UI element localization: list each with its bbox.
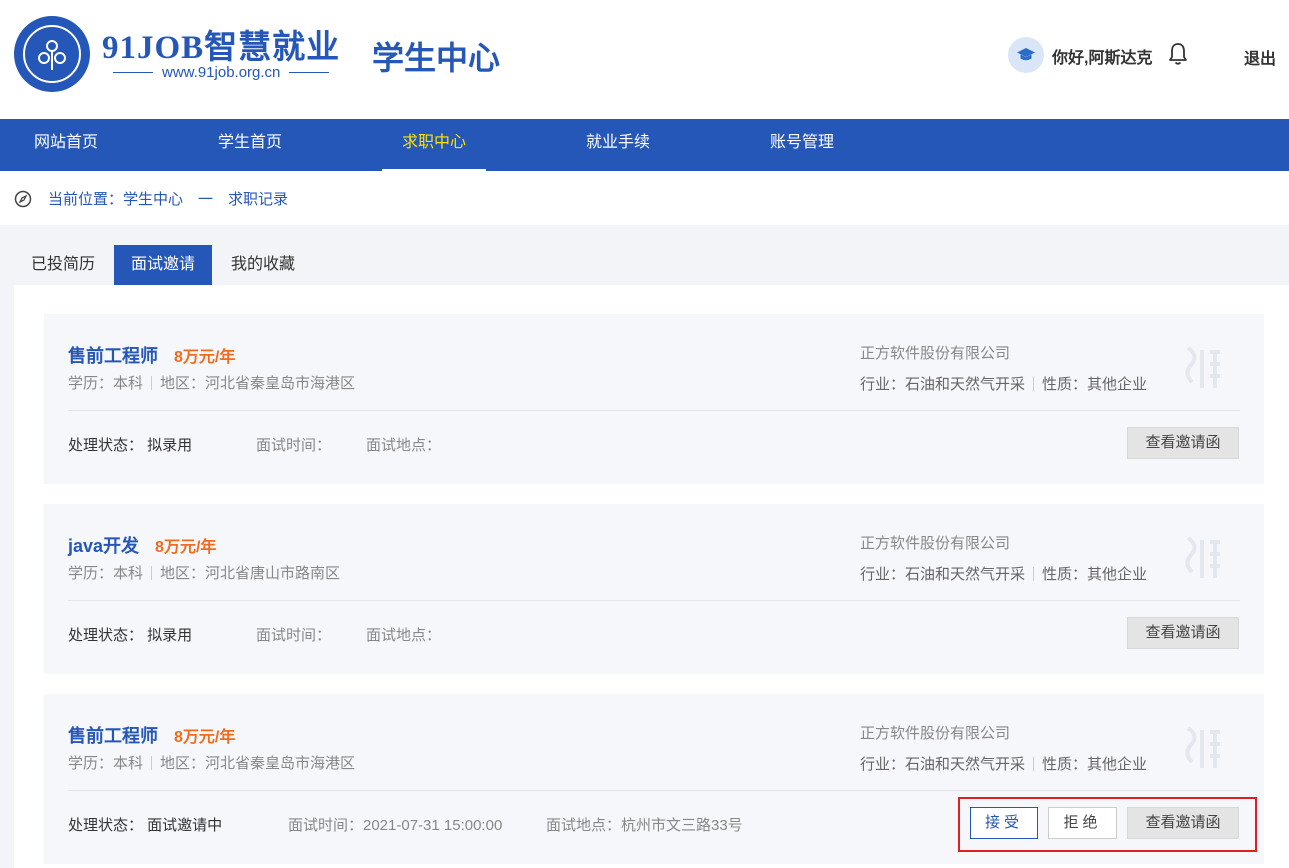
interview-place: 面试地点：杭州市文三路33号: [546, 817, 743, 834]
interview-place: 面试地点：: [366, 627, 442, 644]
user-greeting[interactable]: 你好,阿斯达克: [1052, 44, 1152, 68]
nav-item-student-home[interactable]: 学生首页: [198, 119, 302, 171]
tab-my-favorites[interactable]: 我的收藏: [214, 245, 312, 285]
interview-time: 面试时间：: [256, 437, 332, 454]
nav-item-job-center[interactable]: 求职中心: [382, 119, 486, 171]
job-title[interactable]: java开发: [68, 536, 139, 556]
region: 地区：河北省秦皇岛市海港区: [160, 755, 356, 772]
salary: 8万元/年: [174, 729, 236, 746]
view-invitation-button[interactable]: 查看邀请函: [1127, 617, 1239, 649]
education: 学历：本科: [68, 375, 144, 392]
tab-interview-invitations[interactable]: 面试邀请: [114, 245, 212, 285]
page-title: 学生中心: [372, 40, 501, 76]
card-divider: [68, 410, 1240, 411]
nav-item-account[interactable]: 账号管理: [750, 119, 854, 171]
process-status: 处理状态： 拟录用: [68, 627, 193, 644]
company-watermark-icon: [1185, 536, 1220, 578]
nav-item-employment-procedures[interactable]: 就业手续: [566, 119, 670, 171]
invitation-card: java开发 8万元/年 学历：本科 地区：河北省唐山市路南区 正方软件股份有限公司…: [44, 504, 1264, 674]
interview-place: 面试地点：: [366, 437, 442, 454]
breadcrumb-text[interactable]: 当前位置：学生中心 一 求职记录: [48, 188, 288, 209]
reject-button[interactable]: 拒绝: [1048, 807, 1117, 839]
nav-item-home[interactable]: 网站首页: [14, 119, 118, 171]
company-name[interactable]: 正方软件股份有限公司: [860, 342, 1010, 363]
company-watermark-icon: [1185, 346, 1220, 388]
industry: 行业：石油和天然气开采: [860, 756, 1026, 773]
logo-url-text: www.91job.org.cn: [162, 64, 281, 81]
company-meta: 行业：石油和天然气开采 性质：其他企业: [860, 753, 1147, 774]
company-meta: 行业：石油和天然气开采 性质：其他企业: [860, 373, 1147, 394]
card-divider: [68, 790, 1240, 791]
salary: 8万元/年: [155, 539, 217, 556]
logo-title[interactable]: 91JOB智慧就业: [102, 20, 340, 68]
company-watermark-icon: [1185, 726, 1220, 768]
invitation-card: 售前工程师 8万元/年 学历：本科 地区：河北省秦皇岛市海港区 正方软件股份有限公司…: [44, 694, 1264, 864]
tab-submitted-resumes[interactable]: 已投简历: [14, 245, 112, 285]
process-status: 处理状态： 面试邀请中: [68, 817, 223, 834]
industry: 行业：石油和天然气开采: [860, 376, 1026, 393]
job-title[interactable]: 售前工程师: [68, 726, 158, 746]
job-title-row: java开发 8万元/年: [68, 532, 216, 558]
nature: 性质：其他企业: [1042, 566, 1148, 583]
salary: 8万元/年: [174, 349, 236, 366]
interview-time: 面试时间：2021-07-31 15:00:00: [288, 817, 503, 834]
process-status: 处理状态： 拟录用: [68, 437, 193, 454]
graduation-cap-icon[interactable]: [1008, 37, 1044, 73]
invitation-card: 售前工程师 8万元/年 学历：本科 地区：河北省秦皇岛市海港区 正方软件股份有限公司…: [44, 314, 1264, 484]
site-header: 91JOB智慧就业 www.91job.org.cn 学生中心 你好,阿斯达克 …: [0, 0, 1289, 119]
nature: 性质：其他企业: [1042, 376, 1148, 393]
job-title-row: 售前工程师 8万元/年: [68, 722, 235, 748]
job-title[interactable]: 售前工程师: [68, 346, 158, 366]
company-meta: 行业：石油和天然气开采 性质：其他企业: [860, 563, 1147, 584]
company-name[interactable]: 正方软件股份有限公司: [860, 532, 1010, 553]
logo-url: www.91job.org.cn: [104, 64, 338, 81]
company-name[interactable]: 正方软件股份有限公司: [860, 722, 1010, 743]
interview-time: 面试时间：: [256, 627, 332, 644]
region: 地区：河北省唐山市路南区: [160, 565, 341, 582]
view-invitation-button[interactable]: 查看邀请函: [1127, 427, 1239, 459]
card-divider: [68, 600, 1240, 601]
job-meta: 学历：本科 地区：河北省秦皇岛市海港区: [68, 752, 355, 773]
job-meta: 学历：本科 地区：河北省秦皇岛市海港区: [68, 372, 355, 393]
industry: 行业：石油和天然气开采: [860, 566, 1026, 583]
region: 地区：河北省秦皇岛市海港区: [160, 375, 356, 392]
education: 学历：本科: [68, 755, 144, 772]
compass-icon: [14, 190, 32, 208]
accept-button[interactable]: 接受: [970, 807, 1038, 839]
logo-emblem-icon[interactable]: [14, 16, 90, 92]
breadcrumb: 当前位置：学生中心 一 求职记录: [0, 171, 1289, 225]
education: 学历：本科: [68, 565, 144, 582]
job-meta: 学历：本科 地区：河北省唐山市路南区: [68, 562, 340, 583]
nature: 性质：其他企业: [1042, 756, 1148, 773]
job-title-row: 售前工程师 8万元/年: [68, 342, 235, 368]
logout-link[interactable]: 退出: [1244, 45, 1276, 69]
bell-icon[interactable]: [1167, 41, 1189, 67]
main-nav: 网站首页 学生首页 求职中心 就业手续 账号管理: [0, 119, 1289, 171]
view-invitation-button[interactable]: 查看邀请函: [1127, 807, 1239, 839]
